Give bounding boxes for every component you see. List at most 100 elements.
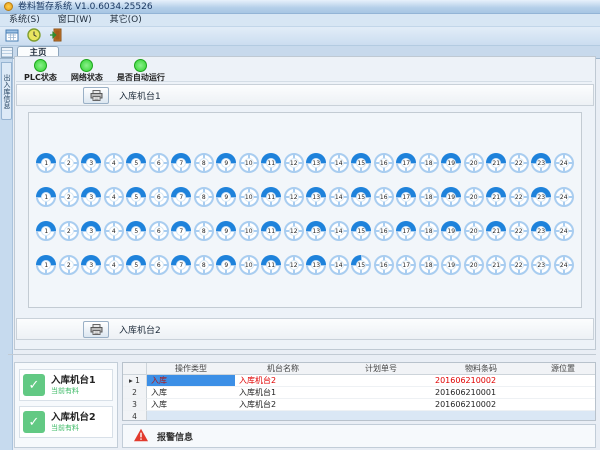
reel-slot[interactable]: 3 [81, 221, 101, 241]
table-row[interactable]: 2入库入库机台1201606210001 [123, 387, 595, 399]
reel-slot[interactable]: 21 [486, 153, 506, 173]
reel-slot[interactable]: 17 [396, 221, 416, 241]
reel-slot[interactable]: 17 [396, 153, 416, 173]
station-status-card[interactable]: ✓入库机台2当前有料 [19, 406, 113, 438]
reel-slot[interactable]: 6 [149, 255, 169, 275]
reel-slot[interactable]: 24 [554, 187, 574, 207]
reel-slot[interactable]: 5 [126, 221, 146, 241]
reel-slot[interactable]: 17 [396, 187, 416, 207]
reel-slot[interactable]: 7 [171, 153, 191, 173]
reel-slot[interactable]: 23 [531, 221, 551, 241]
reel-slot[interactable]: 1 [36, 153, 56, 173]
grid-header-cell[interactable]: 源位置 [531, 363, 595, 374]
reel-slot[interactable]: 3 [81, 153, 101, 173]
reel-slot[interactable]: 8 [194, 255, 214, 275]
calendar-button[interactable] [2, 28, 21, 45]
reel-slot[interactable]: 20 [464, 153, 484, 173]
reel-slot[interactable]: 16 [374, 221, 394, 241]
reel-slot[interactable]: 24 [554, 221, 574, 241]
reel-slot[interactable]: 21 [486, 221, 506, 241]
reel-slot[interactable]: 22 [509, 153, 529, 173]
reel-slot[interactable]: 9 [216, 221, 236, 241]
reel-slot[interactable]: 14 [329, 221, 349, 241]
station-status-card[interactable]: ✓入库机台1当前有料 [19, 369, 113, 401]
reel-slot[interactable]: 16 [374, 187, 394, 207]
reel-slot[interactable]: 2 [59, 255, 79, 275]
table-cell[interactable]: 入库 [147, 387, 235, 399]
reel-slot[interactable]: 24 [554, 153, 574, 173]
print-button-station2[interactable] [83, 321, 109, 338]
table-row[interactable]: 3入库入库机台2201606210002 [123, 399, 595, 411]
reel-slot[interactable]: 9 [216, 153, 236, 173]
reel-slot[interactable]: 18 [419, 255, 439, 275]
reel-slot[interactable]: 14 [329, 187, 349, 207]
reel-slot[interactable]: 12 [284, 153, 304, 173]
reel-slot[interactable]: 13 [306, 187, 326, 207]
clock-button[interactable] [24, 28, 43, 45]
reel-slot[interactable]: 22 [509, 187, 529, 207]
table-cell[interactable]: 入库机台1 [235, 387, 331, 399]
table-cell[interactable]: 201606210001 [431, 387, 531, 399]
table-cell[interactable] [531, 375, 595, 387]
reel-slot[interactable]: 8 [194, 221, 214, 241]
reel-slot[interactable]: 2 [59, 187, 79, 207]
table-cell[interactable]: 入库机台2 [235, 399, 331, 411]
menu-item[interactable]: 窗口(W) [49, 14, 101, 27]
table-cell[interactable]: 入库机台2 [235, 375, 331, 387]
panel-grip[interactable] [1, 47, 13, 58]
reel-slot[interactable]: 22 [509, 255, 529, 275]
reel-slot[interactable]: 7 [171, 221, 191, 241]
reel-slot[interactable]: 17 [396, 255, 416, 275]
reel-slot[interactable]: 3 [81, 187, 101, 207]
table-cell[interactable]: 201606210002 [431, 399, 531, 411]
reel-slot[interactable]: 5 [126, 187, 146, 207]
reel-slot[interactable]: 12 [284, 221, 304, 241]
reel-slot[interactable]: 14 [329, 153, 349, 173]
reel-slot[interactable]: 15 [351, 153, 371, 173]
reel-slot[interactable]: 13 [306, 221, 326, 241]
reel-slot[interactable]: 8 [194, 153, 214, 173]
table-cell[interactable]: 201606210002 [431, 375, 531, 387]
reel-slot[interactable]: 7 [171, 187, 191, 207]
reel-slot[interactable]: 6 [149, 187, 169, 207]
table-cell[interactable] [331, 387, 431, 399]
reel-slot[interactable]: 21 [486, 255, 506, 275]
reel-slot[interactable]: 6 [149, 221, 169, 241]
reel-slot[interactable]: 1 [36, 221, 56, 241]
reel-slot[interactable]: 4 [104, 187, 124, 207]
reel-slot[interactable]: 23 [531, 255, 551, 275]
reel-slot[interactable]: 19 [441, 221, 461, 241]
table-cell[interactable]: 入库 [147, 375, 235, 387]
reel-slot[interactable]: 15 [351, 221, 371, 241]
reel-slot[interactable]: 9 [216, 187, 236, 207]
reel-slot[interactable]: 11 [261, 153, 281, 173]
reel-slot[interactable]: 10 [239, 255, 259, 275]
reel-slot[interactable]: 2 [59, 221, 79, 241]
print-button-station1[interactable] [83, 87, 109, 104]
reel-slot[interactable]: 2 [59, 153, 79, 173]
reel-slot[interactable]: 4 [104, 153, 124, 173]
table-cell[interactable]: 入库 [147, 399, 235, 411]
reel-slot[interactable]: 4 [104, 221, 124, 241]
table-cell[interactable] [331, 399, 431, 411]
reel-slot[interactable]: 19 [441, 153, 461, 173]
table-cell[interactable] [331, 375, 431, 387]
reel-slot[interactable]: 24 [554, 255, 574, 275]
reel-slot[interactable]: 19 [441, 187, 461, 207]
reel-slot[interactable]: 16 [374, 153, 394, 173]
reel-slot[interactable]: 19 [441, 255, 461, 275]
reel-slot[interactable]: 20 [464, 221, 484, 241]
reel-slot[interactable]: 13 [306, 255, 326, 275]
reel-slot[interactable]: 20 [464, 255, 484, 275]
exit-button[interactable] [46, 28, 65, 45]
reel-slot[interactable]: 20 [464, 187, 484, 207]
table-cell[interactable] [531, 387, 595, 399]
table-cell[interactable] [531, 399, 595, 411]
reel-slot[interactable]: 13 [306, 153, 326, 173]
grid-header-cell[interactable]: 物料条码 [431, 363, 531, 374]
menu-item[interactable]: 其它(O) [101, 14, 151, 27]
reel-slot[interactable]: 18 [419, 187, 439, 207]
grid-header-cell[interactable]: 操作类型 [147, 363, 235, 374]
reel-slot[interactable]: 1 [36, 255, 56, 275]
table-row[interactable]: ▸ 1入库入库机台2201606210002 [123, 375, 595, 387]
